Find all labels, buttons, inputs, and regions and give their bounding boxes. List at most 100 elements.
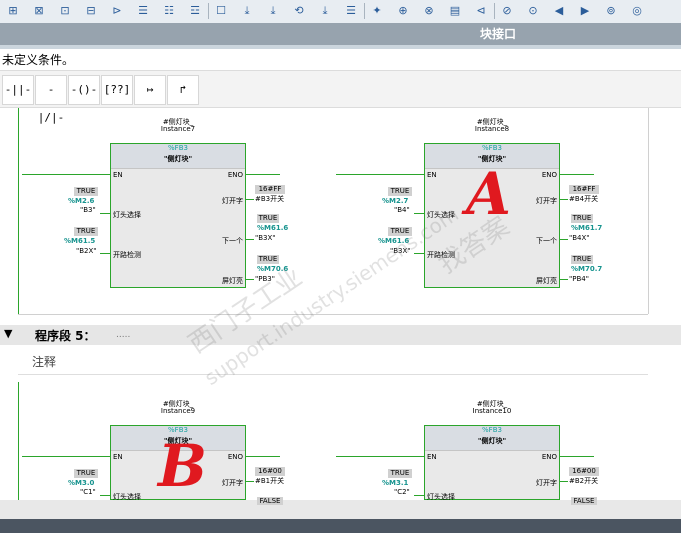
pin-out3: 屏灯亮 [536, 277, 557, 285]
delete-network-icon[interactable]: ⊠ [30, 2, 48, 20]
in2-symbol: "B2X" [76, 247, 97, 255]
out1-value: 16#FF [569, 185, 599, 194]
out2-symbol: "B4X" [569, 234, 590, 242]
function-block[interactable]: %FB3 "侧灯块" EN ENO 灯头选择 灯开字 [424, 425, 560, 501]
in1-symbol: "B4" [394, 206, 410, 214]
in2-address: %M61.5 [64, 237, 96, 245]
out2-address: %M61.7 [571, 224, 603, 232]
compare-icon[interactable]: ⊕ [394, 2, 412, 20]
pin-eno: ENO [541, 171, 557, 179]
out1-wire [246, 199, 254, 200]
goto-icon[interactable]: ⊘ [498, 2, 516, 20]
list-icon[interactable]: ☰ [134, 2, 152, 20]
out1-value: 16#00 [569, 467, 599, 476]
glasses-icon[interactable]: ◎ [628, 2, 646, 20]
cursor-icon[interactable]: ⊳ [108, 2, 126, 20]
en-wire [336, 456, 424, 457]
eno-wire [560, 174, 594, 175]
out2-wire [560, 239, 568, 240]
en-wire [22, 456, 110, 457]
out1-wire [560, 199, 568, 200]
pin-in1: 灯头选择 [427, 493, 455, 501]
out1-wire [246, 481, 254, 482]
filter-icon[interactable]: ⊲ [472, 2, 490, 20]
goto2-icon[interactable]: ⊙ [524, 2, 542, 20]
pin-en: EN [113, 171, 123, 179]
splitter[interactable] [0, 45, 681, 49]
favorite-icon[interactable]: ✦ [368, 2, 386, 20]
in2-wire [100, 253, 110, 254]
pin-out2: 下一个 [222, 237, 243, 245]
comment-icon[interactable]: ☐ [212, 2, 230, 20]
nc-contact-button[interactable]: -|/|- [35, 75, 67, 124]
out2-address: %M61.6 [257, 224, 289, 232]
out3-value: TRUE [571, 255, 593, 264]
pin-out1: 灯开字 [536, 479, 557, 487]
in1-address: %M2.7 [382, 197, 409, 205]
list2-icon[interactable]: ☷ [160, 2, 178, 20]
branch-close-button[interactable]: ↱ [167, 75, 199, 105]
in1-value: TRUE [74, 469, 98, 478]
monitor-icon[interactable]: ⊚ [602, 2, 620, 20]
pin-en: EN [113, 453, 123, 461]
block-interface-bar[interactable]: 块接口 [0, 23, 681, 45]
in1-value: TRUE [388, 469, 412, 478]
en-wire [336, 174, 424, 175]
instruction-bar: -||- -|/|- -()- [??] ↦ ↱ [0, 70, 681, 124]
in1-wire [414, 213, 424, 214]
in1-wire [100, 213, 110, 214]
pin-out1: 灯开字 [536, 197, 557, 205]
list3-icon[interactable]: ☲ [186, 2, 204, 20]
out2-value: TRUE [257, 214, 279, 223]
out1-symbol: #B4开关 [569, 195, 599, 203]
in1-symbol: "C2" [394, 488, 410, 496]
compare2-icon[interactable]: ⊗ [420, 2, 438, 20]
in1-address: %M2.6 [68, 197, 95, 205]
toolbar: ⊞ ⊠ ⊡ ⊟ ⊳ ☰ ☷ ☲ ☐ ⤓ ⤓ ⟲ ⤓ ☰ ✦ ⊕ ⊗ ▤ ⊲ ⊘ ⊙ ◀ ▶ ⊚ ◎ [0, 0, 681, 24]
fb-type: %FB3 [168, 144, 188, 152]
condition-text: 未定义条件。 [2, 53, 75, 67]
insert-box-icon[interactable]: ⊡ [56, 2, 74, 20]
network-5-header[interactable]: ▼ 程序段 5： ..... [0, 325, 681, 345]
pin-eno: ENO [227, 453, 243, 461]
instance-name-2: Instance10 [472, 407, 512, 415]
empty-box-button[interactable]: [??] [101, 75, 133, 105]
en-wire [22, 174, 110, 175]
fwd-icon[interactable]: ▶ [576, 2, 594, 20]
download3-icon[interactable]: ⤓ [316, 2, 334, 20]
function-block[interactable]: %FB3 "侧灯块" EN ENO 灯头选择 灯开字 开路检测 下一个 屏灯亮 [110, 143, 246, 288]
out2-wire [246, 239, 254, 240]
fb-body [111, 168, 245, 287]
annotation-b: B [158, 432, 208, 500]
out2-value: FALSE [257, 497, 283, 505]
insert-box2-icon[interactable]: ⊟ [82, 2, 100, 20]
branch-open-button[interactable]: ↦ [134, 75, 166, 105]
power-rail [18, 108, 19, 314]
pin-en: EN [427, 453, 437, 461]
coil-button[interactable]: -()- [68, 75, 100, 105]
out3-wire [560, 279, 568, 280]
reset-icon[interactable]: ⟲ [290, 2, 308, 20]
list4-icon[interactable]: ☰ [342, 2, 360, 20]
download-icon[interactable]: ⤓ [238, 2, 256, 20]
pin-out2: 下一个 [536, 237, 557, 245]
overview-icon[interactable]: ▤ [446, 2, 464, 20]
collapse-icon[interactable]: ▼ [4, 327, 12, 340]
pin-out1: 灯开字 [222, 197, 243, 205]
toolbar-separator [208, 3, 209, 19]
no-contact-button[interactable]: -||- [2, 75, 34, 105]
network-comment[interactable]: 注释 [18, 350, 648, 375]
out2-value: TRUE [571, 214, 593, 223]
back-icon[interactable]: ◀ [550, 2, 568, 20]
download2-icon[interactable]: ⤓ [264, 2, 282, 20]
in2-value: TRUE [74, 227, 98, 236]
out1-value: 16#00 [255, 467, 285, 476]
fb-type: %FB3 [482, 144, 502, 152]
out1-symbol: #B1开关 [255, 477, 285, 485]
pin-out1: 灯开字 [222, 479, 243, 487]
ladder-icon[interactable]: ⊞ [4, 2, 22, 20]
fb-type: %FB3 [482, 426, 502, 434]
eno-wire [246, 174, 280, 175]
instance-name-2: Instance8 [474, 125, 510, 133]
out2-symbol: "B3X" [255, 234, 276, 242]
